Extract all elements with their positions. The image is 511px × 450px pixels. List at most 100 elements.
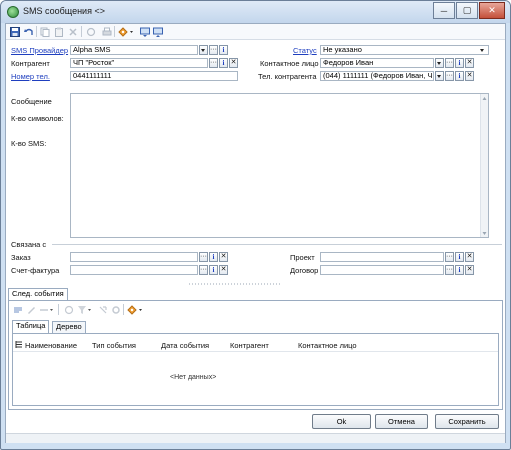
- status-dropdown[interactable]: Не указано: [320, 45, 489, 55]
- app-icon: [7, 6, 19, 18]
- move-event-icon[interactable]: [97, 304, 108, 315]
- cancel-button[interactable]: Отмена: [375, 414, 428, 429]
- main-toolbar: [6, 24, 505, 40]
- chevron-down-icon: [437, 75, 441, 78]
- contract-info-button[interactable]: i: [455, 265, 464, 275]
- maximize-button[interactable]: ▢: [456, 2, 478, 19]
- splitter-grip[interactable]: [188, 283, 282, 285]
- order-info-button[interactable]: i: [209, 252, 218, 262]
- column-header-event-type[interactable]: Тип события: [92, 341, 136, 350]
- title-bar: SMS сообщения <> ─ ▢ ✕: [1, 1, 510, 23]
- message-text: [71, 94, 488, 98]
- window-title: SMS сообщения <>: [23, 6, 105, 16]
- contract-clear-button[interactable]: ✕: [465, 265, 474, 275]
- counterparty-phone-field[interactable]: (044) 1111111 (Федоров Иван, Ч: [320, 71, 434, 81]
- counterparty-phone-dropdown-button[interactable]: [435, 71, 444, 81]
- message-textarea[interactable]: [70, 93, 489, 238]
- order-select-button[interactable]: ···: [199, 252, 208, 262]
- related-section-label: Связана с: [11, 240, 47, 249]
- chevron-down-icon: [201, 49, 205, 52]
- refresh-icon[interactable]: [85, 26, 96, 37]
- save-icon[interactable]: [9, 26, 20, 37]
- project-info-button[interactable]: i: [455, 252, 464, 262]
- column-header-contact-person[interactable]: Контактное лицо: [298, 341, 357, 350]
- phone-number-label[interactable]: Номер тел.: [11, 72, 50, 81]
- toolbar-separator: [81, 26, 82, 37]
- column-chooser-icon[interactable]: [15, 340, 23, 349]
- project-select-button[interactable]: ···: [445, 252, 454, 262]
- invoice-field[interactable]: [70, 265, 198, 275]
- counterparty-field[interactable]: ЧП "Росток": [70, 58, 208, 68]
- copy-icon[interactable]: [39, 26, 50, 37]
- toolbar-separator: [58, 304, 59, 315]
- counterparty-label: Контрагент: [11, 59, 50, 68]
- contact-person-field[interactable]: Федоров Иван: [320, 58, 434, 68]
- minimize-button[interactable]: ─: [433, 2, 455, 19]
- table-header-divider: [13, 351, 498, 352]
- status-label[interactable]: Статус: [293, 46, 317, 55]
- sms-provider-field[interactable]: Alpha SMS: [70, 45, 198, 55]
- project-field[interactable]: [320, 252, 444, 262]
- status-bar: [6, 433, 505, 443]
- contract-select-button[interactable]: ···: [445, 265, 454, 275]
- contract-label: Договор: [290, 266, 319, 275]
- tab-table[interactable]: Таблица: [12, 320, 50, 333]
- invoice-info-button[interactable]: i: [209, 265, 218, 275]
- contact-person-label: Контактное лицо: [260, 59, 319, 68]
- counterparty-select-button[interactable]: ···: [209, 58, 218, 68]
- events-actions-menu-icon[interactable]: [127, 304, 143, 315]
- sms-provider-select-button[interactable]: ···: [209, 45, 218, 55]
- order-field[interactable]: [70, 252, 198, 262]
- contact-person-select-button[interactable]: ···: [445, 58, 454, 68]
- edit-event-icon[interactable]: [26, 304, 37, 315]
- actions-menu-icon[interactable]: [118, 26, 134, 37]
- paste-icon[interactable]: [53, 26, 64, 37]
- contact-person-info-button[interactable]: i: [455, 58, 464, 68]
- order-clear-button[interactable]: ✕: [219, 252, 228, 262]
- sms-count-label: К-во SMS:: [11, 139, 47, 148]
- sms-provider-dropdown-button[interactable]: [199, 45, 208, 55]
- related-divider: [52, 244, 502, 245]
- counterparty-clear-button[interactable]: ✕: [229, 58, 238, 68]
- project-clear-button[interactable]: ✕: [465, 252, 474, 262]
- filter-events-icon[interactable]: [77, 304, 93, 315]
- counterparty-phone-label: Тел. контрагента: [258, 72, 317, 81]
- settings-event-icon[interactable]: [110, 304, 121, 315]
- project-label: Проект: [290, 253, 315, 262]
- counterparty-info-button[interactable]: i: [219, 58, 228, 68]
- counterparty-phone-select-button[interactable]: ···: [445, 71, 454, 81]
- client-area: SMS Провайдер Alpha SMS ··· i Контрагент…: [5, 23, 506, 443]
- send-icon[interactable]: [139, 26, 150, 37]
- column-header-name[interactable]: Наименование: [25, 341, 77, 350]
- add-event-icon[interactable]: [12, 304, 23, 315]
- message-label: Сообщение: [11, 97, 52, 106]
- sms-provider-label[interactable]: SMS Провайдер: [11, 46, 68, 55]
- invoice-clear-button[interactable]: ✕: [219, 265, 228, 275]
- column-header-counterparty[interactable]: Контрагент: [230, 341, 269, 350]
- contact-person-dropdown-button[interactable]: [435, 58, 444, 68]
- char-count-label: К-во символов:: [11, 114, 64, 123]
- delete-icon[interactable]: [67, 26, 78, 37]
- tab-tree[interactable]: Дерево: [52, 321, 86, 333]
- phone-number-field[interactable]: 0441111111: [70, 71, 238, 81]
- column-header-event-date[interactable]: Дата события: [161, 341, 209, 350]
- counterparty-phone-clear-button[interactable]: ✕: [465, 71, 474, 81]
- counterparty-phone-info-button[interactable]: i: [455, 71, 464, 81]
- contact-person-clear-button[interactable]: ✕: [465, 58, 474, 68]
- chevron-down-icon: [437, 62, 441, 65]
- invoice-select-button[interactable]: ···: [199, 265, 208, 275]
- save-button[interactable]: Сохранить: [435, 414, 499, 429]
- print-icon[interactable]: [101, 26, 112, 37]
- delete-event-icon[interactable]: [39, 304, 55, 315]
- sms-provider-info-button[interactable]: i: [219, 45, 228, 55]
- ok-button[interactable]: Ok: [312, 414, 371, 429]
- contract-field[interactable]: [320, 265, 444, 275]
- message-scrollbar[interactable]: [480, 94, 488, 237]
- close-button[interactable]: ✕: [479, 2, 505, 19]
- receive-icon[interactable]: [152, 26, 163, 37]
- refresh-events-icon[interactable]: [63, 304, 74, 315]
- toolbar-separator: [123, 304, 124, 315]
- empty-table-message: <Нет данных>: [170, 374, 217, 381]
- order-label: Заказ: [11, 253, 31, 262]
- undo-icon[interactable]: [23, 26, 34, 37]
